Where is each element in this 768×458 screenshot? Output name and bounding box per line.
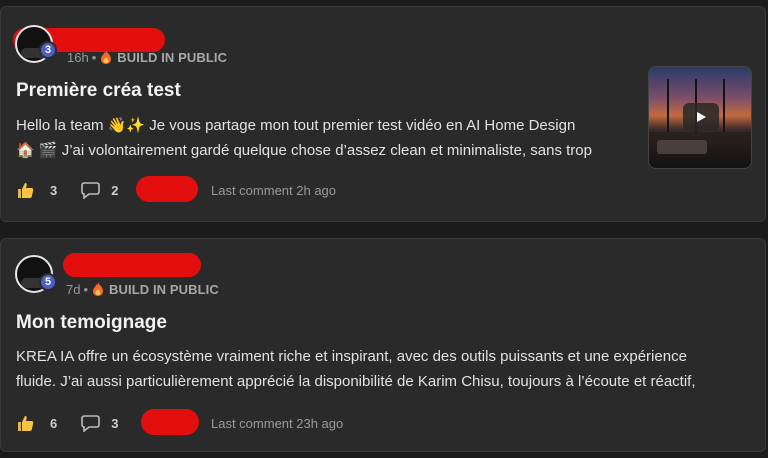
post-meta: 5 7d • BUILD IN PUBLIC	[15, 255, 219, 303]
play-icon	[697, 112, 706, 122]
comment-icon[interactable]	[81, 181, 101, 199]
last-comment-time: Last comment 2h ago	[211, 183, 337, 198]
level-badge: 5	[39, 273, 57, 291]
thumbs-up-icon[interactable]	[17, 415, 34, 432]
post-excerpt[interactable]: Hello la team 👋✨ Je vous partage mon tou…	[16, 113, 592, 163]
redacted-commenter-avatars	[141, 409, 199, 435]
fire-icon	[93, 282, 104, 296]
excerpt-line: KREA IA offre un écosystème vraiment ric…	[16, 348, 687, 365]
comment-count: 2	[111, 182, 119, 198]
separator-dot: •	[91, 49, 97, 65]
thumbs-up-icon[interactable]	[17, 182, 34, 199]
comment-count: 3	[111, 415, 119, 431]
comment-icon[interactable]	[81, 414, 101, 432]
redacted-commenter-avatars	[136, 176, 198, 202]
level-badge: 3	[39, 41, 57, 59]
post-feed: 3 16h • BUILD IN PUBLIC Première créa te…	[0, 0, 768, 458]
post-title[interactable]: Première créa test	[16, 80, 181, 102]
post-card[interactable]: 5 7d • BUILD IN PUBLIC Mon temoignage KR…	[0, 238, 766, 452]
fire-icon	[101, 50, 112, 64]
redacted-author-name	[63, 253, 201, 277]
separator-dot: •	[83, 281, 89, 297]
play-button[interactable]	[683, 103, 719, 131]
post-category[interactable]: BUILD IN PUBLIC	[117, 50, 227, 65]
post-actions: 6 3	[17, 413, 118, 433]
post-time: 16h	[67, 49, 89, 65]
video-thumbnail[interactable]	[648, 66, 752, 169]
post-category[interactable]: BUILD IN PUBLIC	[109, 282, 219, 297]
last-comment-time: Last comment 23h ago	[211, 416, 344, 431]
post-time: 7d	[66, 281, 81, 297]
excerpt-line: 🏠 🎬 J’ai volontairement gardé quelque ch…	[16, 142, 592, 159]
excerpt-line: Hello la team 👋✨ Je vous partage mon tou…	[16, 117, 576, 134]
post-actions: 3 2	[17, 180, 118, 200]
post-meta: 3 16h • BUILD IN PUBLIC	[15, 25, 227, 71]
like-count: 3	[50, 182, 58, 198]
like-count: 6	[50, 415, 58, 431]
post-card[interactable]: 3 16h • BUILD IN PUBLIC Première créa te…	[0, 6, 766, 222]
post-title[interactable]: Mon temoignage	[16, 312, 167, 334]
post-excerpt[interactable]: KREA IA offre un écosystème vraiment ric…	[16, 344, 696, 394]
excerpt-line: fluide. J’ai aussi particulièrement appr…	[16, 373, 696, 390]
